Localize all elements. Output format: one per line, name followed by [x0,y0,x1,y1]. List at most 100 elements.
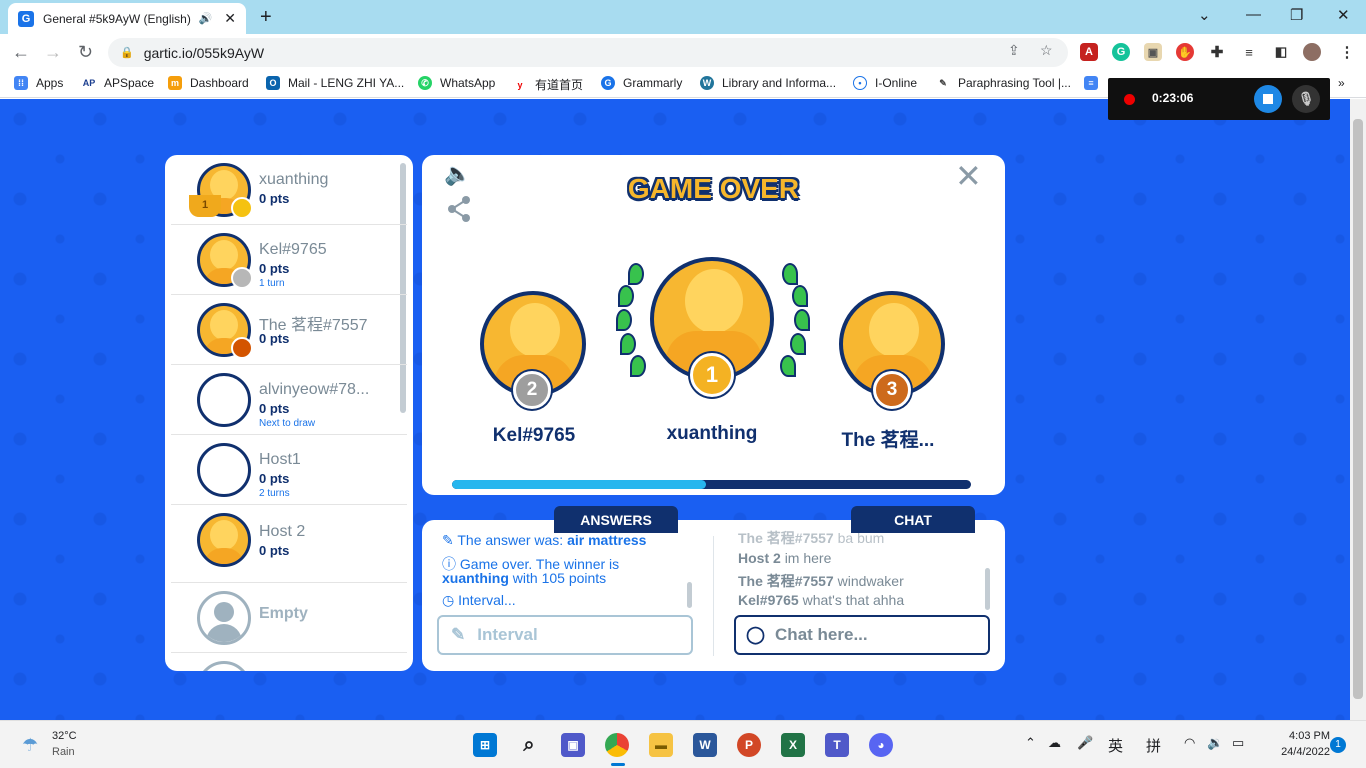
browser-tab[interactable]: G General #5k9AyW (English) - 🔊 ✕ [8,3,246,34]
weather-temp[interactable]: 32°C [52,730,77,742]
youdao-icon: y [513,77,527,92]
bookmark-library[interactable]: W Library and Informa... [700,76,836,90]
side-panel-icon[interactable]: ◧ [1272,43,1290,61]
empty-avatar [197,661,251,671]
new-tab-button[interactable]: + [260,6,272,29]
chrome-icon[interactable] [605,733,629,757]
stop-recording-button[interactable] [1254,85,1282,113]
reload-icon[interactable]: ↻ [78,42,93,63]
empty-slot[interactable]: Empty [171,583,407,653]
wifi-icon[interactable]: ◠ [1184,735,1195,751]
silver-medal-icon: 2 [513,371,551,409]
powerpoint-icon[interactable]: P [737,733,761,757]
tab-search-icon[interactable]: ⌄ [1198,6,1211,24]
progress-bar [452,480,971,489]
empty-avatar [197,591,251,645]
bookmark-apps[interactable]: ⁞⁞ Apps [14,76,63,90]
tray-chevron-icon[interactable]: ⌃ [1025,735,1036,751]
volume-icon[interactable]: 🔉 [1207,735,1223,751]
close-tab-icon[interactable]: ✕ [224,10,236,27]
chat-input[interactable]: ◯ Chat here... [734,615,990,655]
answers-chat-panel: ✎ The answer was: air mattress ⓘ Game ov… [422,520,1005,671]
extension-icon[interactable]: ▣ [1144,43,1162,61]
answer-input[interactable]: ✎ Interval [437,615,693,655]
globe-icon: • [853,76,867,90]
weather-desc[interactable]: Rain [52,746,75,758]
search-icon[interactable]: ⌕ [517,733,541,757]
lock-icon: 🔒 [120,47,134,59]
grammarly-extension-icon[interactable]: G [1112,43,1130,61]
scrollbar-thumb[interactable] [1353,119,1363,699]
game-over-panel: 🔈 ✕ GAME OVER 2 Kel#9765 1 xuanthing 3 T… [422,155,1005,495]
answers-scrollbar[interactable] [687,582,692,608]
profile-avatar[interactable] [1303,43,1321,61]
windows-start-icon[interactable]: ⊞ [473,733,497,757]
google-icon: G [601,76,615,90]
adblock-extension-icon[interactable]: ✋ [1176,43,1194,61]
teams-icon[interactable]: T [825,733,849,757]
excel-icon[interactable]: X [781,733,805,757]
clock-date[interactable]: 24/4/2022 [1256,746,1330,758]
empty-slot[interactable] [171,653,407,671]
player-name: Host1 [259,451,301,468]
tab-answers[interactable]: ANSWERS [554,506,678,533]
first-place-name: xuanthing [666,423,758,444]
bookmark-whatsapp[interactable]: ✆ WhatsApp [418,76,495,90]
bookmark-mail[interactable]: O Mail - LENG ZHI YA... [266,76,404,90]
docs-icon: ≡ [1084,76,1098,90]
player-turns: 1 turn [259,278,285,289]
discord-icon[interactable]: ◕ [869,733,893,757]
ime-pinyin-indicator[interactable]: 拼 [1146,735,1161,756]
bookmark-docs[interactable]: ≡ [1084,76,1106,90]
teams-chat-icon[interactable]: ▣ [561,733,585,757]
bookmarks-overflow[interactable]: » [1338,76,1345,90]
third-place-name: The 茗程... [841,430,935,451]
bookmark-dashboard[interactable]: m Dashboard [168,76,249,90]
word-icon[interactable]: W [693,733,717,757]
url-text: gartic.io/055k9AyW [143,44,265,61]
color-badge [231,337,253,359]
bookmark-star-icon[interactable]: ☆ [1040,42,1053,59]
file-explorer-icon[interactable]: ▬ [649,733,673,757]
pencil-icon: ✎ [451,625,466,644]
divider [713,536,714,656]
windows-taskbar: ☂ 32°C Rain ⊞ ⌕ ▣ ▬ W P X T ◕ ⌃ ☁ 🎤 英 拼 … [0,720,1366,768]
close-window-button[interactable]: ✕ [1337,6,1350,24]
pdf-extension-icon[interactable]: A [1080,43,1098,61]
clock-time[interactable]: 4:03 PM [1266,730,1330,742]
chat-scrollbar[interactable] [985,568,990,610]
bookmark-paraphrasing[interactable]: ✎ Paraphrasing Tool |... [936,76,1071,90]
avatar [197,373,251,427]
speaker-icon[interactable]: 🔊 [199,12,213,25]
bookmark-youdao[interactable]: y 有道首页 [513,76,583,93]
forward-icon[interactable]: → [44,42,62,63]
bookmark-ionline[interactable]: • I-Online [853,76,917,90]
player-row: 1 xuanthing 0 pts [171,155,407,225]
tab-chat[interactable]: CHAT [851,506,975,533]
media-control-icon[interactable]: ≡ [1240,43,1258,61]
menu-icon[interactable]: ⋮ [1338,43,1356,61]
clock-icon: ◷ [442,592,459,608]
notification-badge[interactable]: 1 [1330,737,1346,753]
minimize-button[interactable]: — [1246,6,1261,23]
whatsapp-icon: ✆ [418,76,432,90]
page-scrollbar[interactable] [1350,99,1366,720]
share-icon[interactable]: ⇪ [1008,42,1020,59]
address-bar[interactable]: 🔒 gartic.io/055k9AyW [108,38,1068,67]
battery-icon[interactable]: ▭ [1232,735,1244,751]
microphone-icon[interactable]: 🎤 [1077,735,1093,751]
onedrive-icon[interactable]: ☁ [1048,735,1061,751]
pencil-icon: ✎ [442,532,458,548]
player-points: 0 pts [259,471,290,486]
restore-button[interactable]: ❐ [1290,6,1303,24]
chat-message: Kel#9765 what's that ahha [738,592,905,608]
apps-grid-icon: ⁞⁞ [14,76,28,90]
bookmark-apspace[interactable]: AP APSpace [82,76,154,90]
bookmark-grammarly[interactable]: G Grammarly [601,76,682,90]
gartic-page: 1 xuanthing 0 pts Kel#9765 0 pts 1 turn … [0,99,1350,720]
mic-muted-icon[interactable]: 🎙 [1292,85,1320,113]
wordpress-icon: W [700,76,714,90]
puzzle-extensions-icon[interactable]: ✚ [1208,43,1226,61]
ime-mode-indicator[interactable]: 英 [1108,735,1123,756]
back-icon[interactable]: ← [12,42,30,63]
